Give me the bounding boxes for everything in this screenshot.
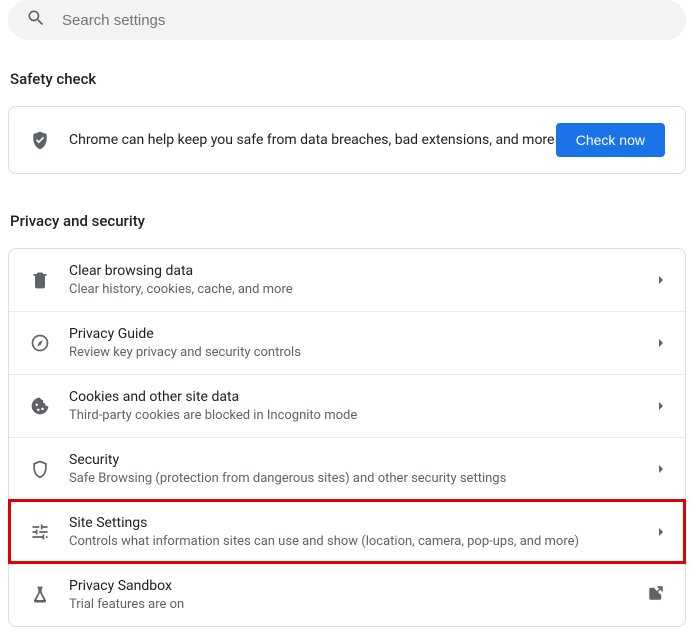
row-subtitle: Third-party cookies are blocked in Incog… <box>69 408 657 423</box>
chevron-right-icon <box>657 524 665 540</box>
clear-browsing-data-row[interactable]: Clear browsing data Clear history, cooki… <box>9 249 685 311</box>
chevron-right-icon <box>657 398 665 414</box>
row-subtitle: Clear history, cookies, cache, and more <box>69 282 657 297</box>
shield-icon <box>29 459 51 479</box>
flask-icon <box>29 585 51 605</box>
row-title: Security <box>69 452 657 468</box>
shield-check-icon <box>29 130 51 150</box>
safety-check-card: Chrome can help keep you safe from data … <box>8 106 686 174</box>
safety-check-row: Chrome can help keep you safe from data … <box>9 107 685 173</box>
row-title: Cookies and other site data <box>69 389 657 405</box>
row-subtitle: Controls what information sites can use … <box>69 534 657 549</box>
sliders-icon <box>29 522 51 542</box>
trash-icon <box>29 270 51 290</box>
chevron-right-icon <box>657 272 665 288</box>
safety-check-heading: Safety check <box>10 70 686 88</box>
security-row[interactable]: Security Safe Browsing (protection from … <box>9 437 685 500</box>
privacy-guide-row[interactable]: Privacy Guide Review key privacy and sec… <box>9 311 685 374</box>
search-input[interactable] <box>62 12 668 29</box>
cookies-row[interactable]: Cookies and other site data Third-party … <box>9 374 685 437</box>
privacy-sandbox-row[interactable]: Privacy Sandbox Trial features are on <box>9 563 685 626</box>
chevron-right-icon <box>657 461 665 477</box>
row-text: Privacy Guide Review key privacy and sec… <box>69 326 657 360</box>
site-settings-row[interactable]: Site Settings Controls what information … <box>9 500 685 563</box>
cookie-icon <box>29 396 51 416</box>
row-text: Clear browsing data Clear history, cooki… <box>69 263 657 297</box>
row-text: Privacy Sandbox Trial features are on <box>69 578 647 612</box>
row-text: Security Safe Browsing (protection from … <box>69 452 657 486</box>
check-now-button[interactable]: Check now <box>556 123 665 157</box>
row-text: Cookies and other site data Third-party … <box>69 389 657 423</box>
search-bar[interactable] <box>8 0 686 40</box>
compass-icon <box>29 333 51 353</box>
row-title: Privacy Guide <box>69 326 657 342</box>
row-title: Clear browsing data <box>69 263 657 279</box>
external-link-icon <box>647 584 665 606</box>
row-subtitle: Trial features are on <box>69 597 647 612</box>
row-subtitle: Review key privacy and security controls <box>69 345 657 360</box>
row-text: Site Settings Controls what information … <box>69 515 657 549</box>
privacy-security-list: Clear browsing data Clear history, cooki… <box>8 248 686 627</box>
row-subtitle: Safe Browsing (protection from dangerous… <box>69 471 657 486</box>
row-title: Site Settings <box>69 515 657 531</box>
safety-check-text: Chrome can help keep you safe from data … <box>69 132 556 148</box>
search-icon <box>26 8 46 32</box>
chevron-right-icon <box>657 335 665 351</box>
row-title: Privacy Sandbox <box>69 578 647 594</box>
privacy-security-heading: Privacy and security <box>10 212 686 230</box>
